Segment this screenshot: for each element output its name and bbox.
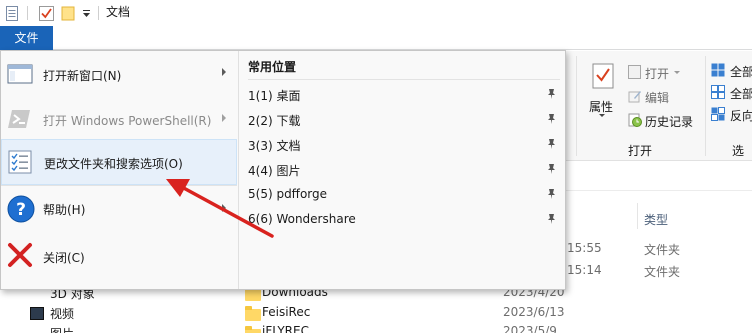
menu-item-label: 帮助(H) — [43, 203, 86, 217]
select-none-icon — [711, 85, 725, 102]
properties-label: 属性 — [589, 100, 614, 114]
file-menu-commands: 打开新窗口(N) 打开 Windows PowerShell(R) 更改文件夹和… — [1, 51, 237, 289]
select-none-label: 全部 — [730, 87, 752, 101]
frequent-place-label: 5(5) pdfforge — [248, 187, 328, 201]
frequent-place-label: 6(6) Wondershare — [248, 212, 356, 226]
new-folder-icon[interactable] — [60, 4, 76, 22]
select-all-label: 全部 — [730, 65, 752, 79]
open-button[interactable]: 打开 — [626, 64, 686, 82]
edit-button[interactable]: 编辑 — [626, 88, 686, 106]
select-all-icon — [711, 63, 725, 80]
title-bar: 文档 — [0, 0, 752, 26]
select-none-button[interactable]: 全部 — [709, 84, 752, 102]
tab-file[interactable]: 文件 — [0, 26, 53, 51]
frequent-places-title: 常用位置 — [248, 60, 297, 74]
invert-selection-label: 反向 — [730, 109, 752, 123]
ribbon-group-open-label: 打开 — [628, 144, 653, 158]
folder-options-icon — [6, 148, 34, 176]
chevron-down-icon — [674, 71, 680, 74]
file-name[interactable]: iFLYREC — [262, 324, 309, 333]
frequent-places-divider — [248, 79, 560, 80]
row-time: 15:14 — [567, 263, 602, 277]
help-icon: ? — [6, 194, 35, 223]
menu-item-label: 打开 Windows PowerShell(R) — [43, 114, 212, 128]
menu-separator — [1, 185, 237, 186]
titlebar-divider — [27, 6, 28, 20]
frequent-place-item[interactable]: 5(5) pdfforge — [240, 182, 564, 207]
frequent-places-panel: 常用位置 1(1) 桌面 2(2) 下载 3(3) 文档 4(4) 图片 5(5… — [238, 51, 565, 289]
submenu-arrow-icon — [222, 114, 226, 122]
menu-item-help[interactable]: ? 帮助(H) — [1, 187, 237, 231]
menu-item-label: 更改文件夹和搜索选项(O) — [44, 157, 183, 171]
frequent-place-label: 1(1) 桌面 — [248, 89, 301, 103]
frequent-place-label: 4(4) 图片 — [248, 164, 301, 178]
submenu-arrow-icon — [222, 68, 226, 76]
chevron-down-icon — [599, 114, 605, 117]
menu-item-label: 关闭(C) — [43, 251, 85, 265]
frequent-place-item[interactable]: 3(3) 文档 — [240, 132, 564, 157]
frequent-place-label: 2(2) 下载 — [248, 114, 301, 128]
nav-item-videos[interactable]: 视频 — [50, 305, 74, 322]
submenu-arrow-icon — [222, 204, 226, 212]
frequent-place-label: 3(3) 文档 — [248, 139, 301, 153]
edit-icon — [628, 89, 642, 106]
properties-icon[interactable] — [5, 4, 19, 22]
close-icon — [6, 241, 34, 269]
frequent-place-item[interactable]: 6(6) Wondershare — [240, 207, 564, 232]
pin-icon[interactable] — [546, 163, 557, 175]
history-button[interactable]: 历史记录 — [626, 112, 701, 130]
file-date: 2023/5/9 — [503, 324, 557, 333]
menu-item-label: 打开新窗口(N) — [43, 69, 122, 83]
pin-icon[interactable] — [546, 113, 557, 125]
pin-icon[interactable] — [546, 88, 557, 100]
row-time: 15:55 — [567, 241, 602, 255]
open-label: 打开 — [645, 67, 670, 81]
file-menu: 打开新窗口(N) 打开 Windows PowerShell(R) 更改文件夹和… — [0, 50, 566, 290]
pin-icon[interactable] — [546, 138, 557, 150]
menu-item-open-new-window[interactable]: 打开新窗口(N) — [1, 52, 237, 96]
ribbon-group-divider — [705, 56, 706, 156]
titlebar-divider — [98, 6, 99, 20]
properties-button[interactable]: 属性 — [585, 60, 621, 120]
ribbon-group-divider — [576, 56, 577, 156]
powershell-icon — [6, 105, 34, 133]
frequent-place-item[interactable]: 4(4) 图片 — [240, 157, 564, 182]
edit-label: 编辑 — [645, 91, 670, 105]
row-type: 文件夹 — [644, 243, 681, 257]
column-divider — [637, 203, 638, 229]
column-header-type[interactable]: 类型 — [644, 211, 668, 228]
menu-item-open-powershell[interactable]: 打开 Windows PowerShell(R) — [1, 96, 237, 142]
svg-text:?: ? — [16, 200, 26, 220]
menu-item-folder-options[interactable]: 更改文件夹和搜索选项(O) — [1, 139, 237, 185]
row-type: 文件夹 — [644, 265, 681, 279]
folder-icon — [245, 286, 261, 301]
customize-dropdown-icon[interactable] — [81, 4, 91, 22]
select-all-button[interactable]: 全部 — [709, 62, 752, 80]
invert-selection-icon — [711, 107, 725, 124]
ribbon-tab-strip — [0, 26, 752, 50]
frequent-place-item[interactable]: 1(1) 桌面 — [240, 82, 564, 107]
pin-icon[interactable] — [546, 188, 557, 200]
history-label: 历史记录 — [645, 115, 694, 129]
frequent-place-item[interactable]: 2(2) 下载 — [240, 107, 564, 132]
file-name[interactable]: FeisiRec — [262, 305, 310, 319]
file-date: 2023/6/13 — [503, 305, 565, 319]
new-window-icon — [6, 60, 34, 88]
video-icon — [30, 307, 44, 320]
folder-icon — [245, 306, 261, 321]
invert-selection-button[interactable]: 反向 — [709, 106, 752, 124]
open-icon — [628, 65, 641, 79]
pin-icon[interactable] — [546, 213, 557, 225]
folder-icon — [245, 326, 261, 333]
nav-item-pictures[interactable]: 图片 — [50, 325, 74, 333]
history-icon — [628, 113, 642, 130]
checkbox-icon[interactable] — [38, 4, 54, 22]
window-title: 文档 — [106, 5, 131, 19]
properties-big-icon — [592, 63, 614, 92]
menu-item-close[interactable]: 关闭(C) — [1, 234, 237, 278]
